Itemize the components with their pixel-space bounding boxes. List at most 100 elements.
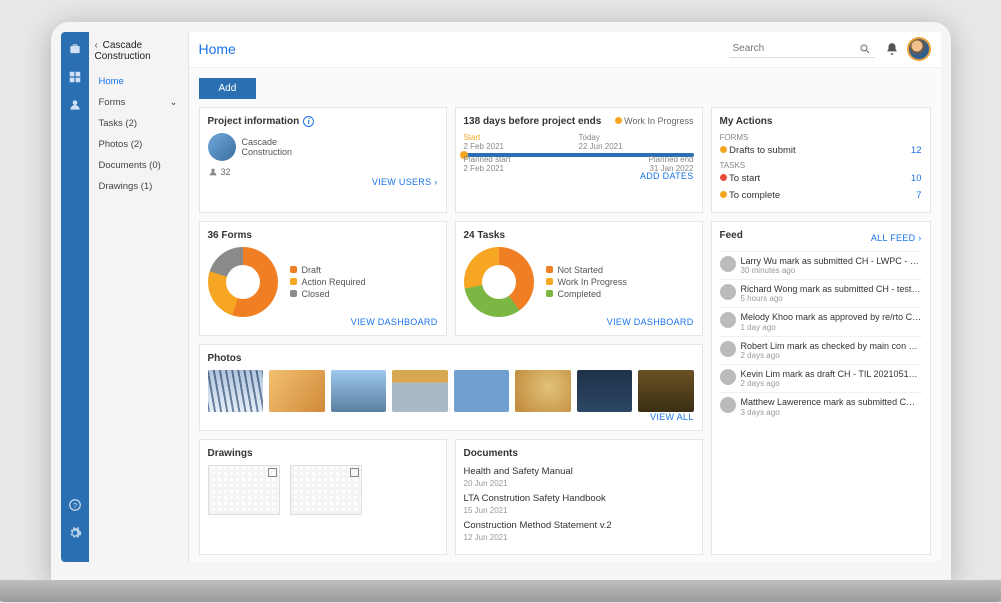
tasks-legend: Not Started Work In Progress Completed [546, 264, 627, 300]
project-info-title: Project information [208, 116, 300, 127]
user-avatar[interactable] [907, 37, 931, 61]
feed-time: 5 hours ago [741, 294, 922, 303]
document-date: 12 Jun 2021 [464, 532, 694, 543]
people-icon[interactable] [68, 98, 82, 112]
chevron-left-icon: ‹ [95, 40, 98, 51]
drawings-card: Drawings [199, 439, 447, 555]
document-date: 20 Jun 2021 [464, 478, 694, 489]
action-to-start[interactable]: To start10 [720, 170, 922, 187]
project-company-label: Cascade Construction [242, 137, 302, 157]
feed-text: Melody Khoo mark as approved by re/rto C… [741, 312, 922, 322]
nav-drawings[interactable]: Drawings (1) [95, 176, 182, 197]
feed-item[interactable]: Melody Khoo mark as approved by re/rto C… [720, 307, 922, 335]
tasks-card: 24 Tasks Not Started Work In Progress Co… [455, 221, 703, 336]
timeline-card: 138 days before project ends Work In Pro… [455, 107, 703, 213]
project-info-card: Project information i Cascade Constructi… [199, 107, 447, 213]
document-item[interactable]: LTA Constrution Safety Handbook [464, 492, 694, 505]
forms-legend: Draft Action Required Closed [290, 264, 366, 300]
feed-text: Robert Lim mark as checked by main con C… [741, 341, 922, 351]
action-to-complete[interactable]: To complete7 [720, 187, 922, 204]
briefcase-icon[interactable] [68, 42, 82, 56]
search-box[interactable] [729, 41, 875, 58]
feed-filter[interactable]: ALL FEED › [871, 233, 922, 243]
drawing-thumb[interactable] [290, 465, 362, 515]
photos-title: Photos [208, 353, 694, 364]
user-count: 32 [221, 167, 231, 177]
photos-view-all[interactable]: VIEW ALL [208, 412, 694, 422]
my-actions-card: My Actions FORMS Drafts to submit12 TASK… [711, 107, 931, 213]
document-item[interactable]: Construction Method Statement v.2 [464, 519, 694, 532]
tasks-donut-chart [464, 247, 534, 317]
search-input[interactable] [733, 43, 853, 54]
feed-time: 3 days ago [741, 408, 922, 417]
photo-thumb[interactable] [577, 370, 633, 412]
photo-thumb[interactable] [515, 370, 571, 412]
timeline-title: 138 days before project ends [464, 116, 602, 127]
tasks-title: 24 Tasks [464, 230, 694, 241]
page-title: Home [199, 41, 729, 57]
timeline-status: Work In Progress [615, 116, 694, 133]
avatar [720, 341, 736, 357]
bell-icon[interactable] [885, 42, 899, 56]
feed-title: Feed [720, 230, 743, 241]
gear-icon[interactable] [68, 526, 82, 540]
photo-thumb[interactable] [392, 370, 448, 412]
nav-photos[interactable]: Photos (2) [95, 134, 182, 155]
avatar [720, 256, 736, 272]
forms-title: 36 Forms [208, 230, 438, 241]
forms-card: 36 Forms Draft Action Required Closed VI… [199, 221, 447, 336]
project-name-label: Cascade Construction [95, 40, 151, 63]
checkbox-icon[interactable] [350, 468, 359, 477]
feed-time: 30 minutes ago [741, 266, 922, 275]
drawing-thumb[interactable] [208, 465, 280, 515]
my-actions-title: My Actions [720, 116, 922, 127]
topbar: Home [189, 32, 941, 68]
info-icon[interactable]: i [303, 116, 314, 127]
users-icon [208, 167, 218, 177]
nav-rail: ? [61, 32, 89, 562]
documents-card: Documents Health and Safety Manual20 Jun… [455, 439, 703, 555]
avatar [720, 284, 736, 300]
avatar [720, 397, 736, 413]
feed-card: Feed ALL FEED › Larry Wu mark as submitt… [711, 221, 931, 555]
nav-tasks[interactable]: Tasks (2) [95, 113, 182, 134]
document-date: 15 Jun 2021 [464, 505, 694, 516]
photo-thumb[interactable] [638, 370, 694, 412]
nav-home[interactable]: Home [95, 71, 182, 92]
feed-item[interactable]: Kevin Lim mark as draft CH - TIL 2021051… [720, 364, 922, 392]
feed-item[interactable]: Larry Wu mark as submitted CH - LWPC - 2… [720, 251, 922, 279]
feed-text: Matthew Lawerence mark as submitted CH -… [741, 397, 922, 407]
action-drafts[interactable]: Drafts to submit12 [720, 142, 922, 159]
view-users-link[interactable]: VIEW USERS › [208, 177, 438, 187]
feed-item[interactable]: Richard Wong mark as submitted CH - test… [720, 279, 922, 307]
grid-icon[interactable] [68, 70, 82, 84]
feed-item[interactable]: Matthew Lawerence mark as submitted CH -… [720, 392, 922, 420]
feed-text: Richard Wong mark as submitted CH - test… [741, 284, 922, 294]
photo-thumb[interactable] [454, 370, 510, 412]
avatar [720, 369, 736, 385]
feed-text: Kevin Lim mark as draft CH - TIL 2021051… [741, 369, 922, 379]
back-to-project[interactable]: ‹ Cascade Construction [95, 40, 182, 63]
checkbox-icon[interactable] [268, 468, 277, 477]
project-logo [208, 133, 236, 161]
photo-thumb[interactable] [331, 370, 387, 412]
photo-thumb[interactable] [208, 370, 264, 412]
feed-time: 2 days ago [741, 379, 922, 388]
feed-text: Larry Wu mark as submitted CH - LWPC - 2… [741, 256, 922, 266]
tasks-view-dashboard[interactable]: VIEW DASHBOARD [464, 317, 694, 327]
feed-item[interactable]: Robert Lim mark as checked by main con C… [720, 336, 922, 364]
feed-time: 2 days ago [741, 351, 922, 360]
photos-card: Photos VIEW ALL [199, 344, 703, 431]
forms-donut-chart [208, 247, 278, 317]
forms-view-dashboard[interactable]: VIEW DASHBOARD [208, 317, 438, 327]
add-button[interactable]: Add [199, 78, 257, 99]
search-icon [859, 43, 871, 55]
photo-thumb[interactable] [269, 370, 325, 412]
avatar [720, 312, 736, 328]
nav-forms[interactable]: Forms⌄ [95, 92, 182, 113]
document-item[interactable]: Health and Safety Manual [464, 465, 694, 478]
drawings-title: Drawings [208, 448, 438, 459]
help-icon[interactable]: ? [68, 498, 82, 512]
nav-documents[interactable]: Documents (0) [95, 155, 182, 176]
documents-title: Documents [464, 448, 694, 459]
